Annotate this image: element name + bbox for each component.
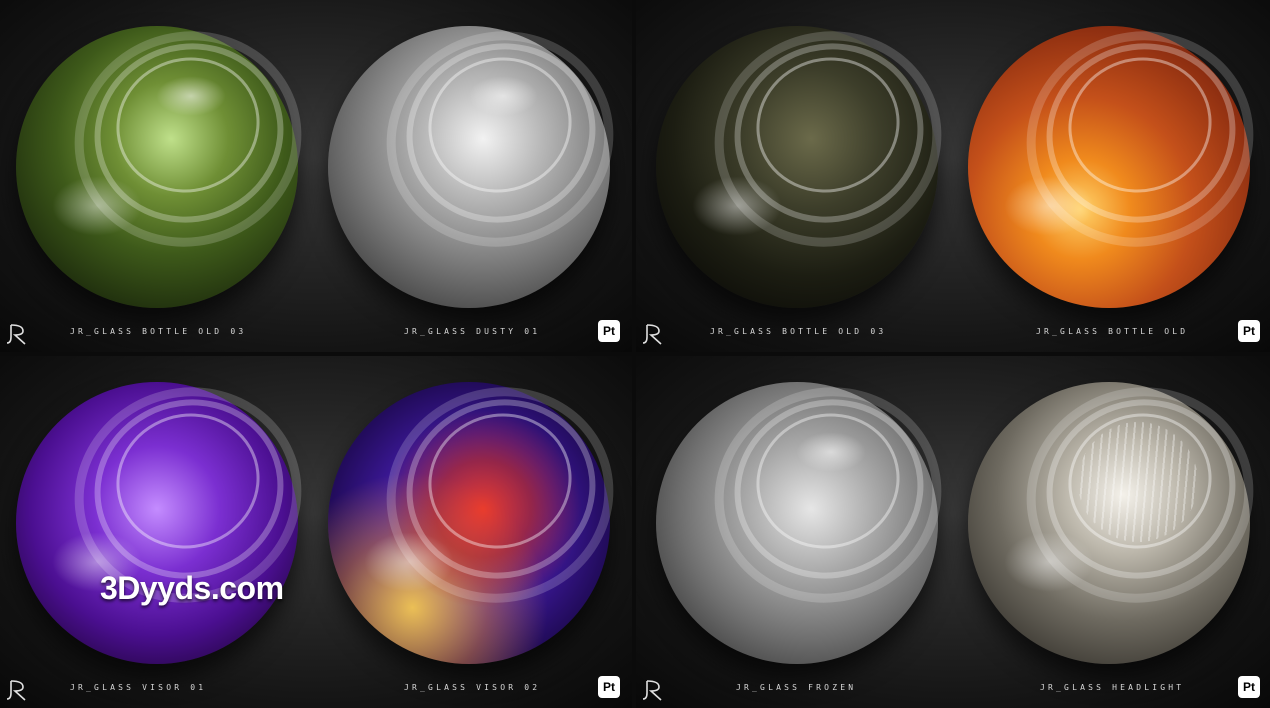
sphere-highlight: [156, 76, 226, 116]
sphere-highlight: [692, 176, 782, 236]
sphere-ring-middle: [71, 18, 307, 248]
sphere-highlight: [468, 76, 538, 116]
sphere-ring-inner: [98, 39, 278, 211]
sphere-ring-middle: [71, 374, 307, 604]
material-label: JR_GLASS BOTTLE OLD 03: [710, 327, 887, 336]
jr-logo-icon: [6, 680, 26, 701]
sphere-glass-bottle-old-03: [16, 2, 330, 308]
sphere-glass-bottle-old: [968, 2, 1270, 308]
panel-bottom-right: JR_GLASS FROZEN JR_GLASS HEADLIGHT Pt: [636, 356, 1270, 708]
sphere-glass-frozen: [656, 358, 970, 664]
material-label: JR_GLASS BOTTLE OLD: [1036, 327, 1189, 336]
sphere-ring-middle: [711, 374, 947, 604]
sphere-ring-outer: [46, 2, 330, 276]
sphere-ring-inner: [1050, 39, 1230, 211]
panel-top-left: JR_GLASS BOTTLE OLD 03 JR_GLASS DUSTY 01…: [0, 0, 632, 352]
jr-logo-icon: [6, 324, 26, 345]
sphere-glass-headlight: [968, 358, 1270, 664]
panel-bottom-left: JR_GLASS VISOR 01 JR_GLASS VISOR 02 Pt: [0, 356, 632, 708]
sphere-highlight: [796, 432, 866, 472]
sphere-ring-outer: [998, 2, 1270, 276]
jr-logo-icon: [642, 680, 662, 701]
sphere-ring-inner: [738, 39, 918, 211]
sphere-glass-visor-01: [16, 358, 330, 664]
sphere-highlight: [364, 532, 454, 592]
sphere-ring-inner: [410, 39, 590, 211]
sphere-glass-visor-02: [328, 358, 632, 664]
sphere-ring-middle: [711, 18, 947, 248]
material-label: JR_GLASS BOTTLE OLD 03: [70, 327, 247, 336]
sphere-ring-middle: [383, 374, 619, 604]
sphere-ring-outer: [358, 2, 632, 276]
painter-pt-icon: Pt: [1238, 320, 1260, 342]
sphere-glass-bottle-old-03: [656, 2, 970, 308]
material-label: JR_GLASS HEADLIGHT: [1040, 683, 1185, 692]
watermark-text: 3Dyyds.com: [100, 570, 284, 606]
sphere-ring-outer: [686, 2, 970, 276]
sphere-ring-inner: [738, 395, 918, 567]
sphere-ring-outer: [358, 358, 632, 632]
sphere-ring-inner: [98, 395, 278, 567]
headlight-ribs: [1078, 422, 1198, 542]
sphere-ring-middle: [383, 18, 619, 248]
painter-pt-icon: Pt: [1238, 676, 1260, 698]
sphere-ring-inner: [410, 395, 590, 567]
jr-logo-icon: [642, 324, 662, 345]
sphere-ring-middle: [1023, 18, 1259, 248]
material-label: JR_GLASS FROZEN: [736, 683, 857, 692]
sphere-glass-dusty-01: [328, 2, 632, 308]
sphere-ring-outer: [686, 358, 970, 632]
material-label: JR_GLASS VISOR 02: [404, 683, 541, 692]
material-label: JR_GLASS VISOR 01: [70, 683, 207, 692]
sphere-highlight: [1004, 532, 1094, 592]
sphere-highlight: [52, 176, 142, 236]
material-label: JR_GLASS DUSTY 01: [404, 327, 541, 336]
panel-top-right: JR_GLASS BOTTLE OLD 03 JR_GLASS BOTTLE O…: [636, 0, 1270, 352]
sphere-highlight: [1004, 176, 1094, 236]
painter-pt-icon: Pt: [598, 320, 620, 342]
material-preview-grid: JR_GLASS BOTTLE OLD 03 JR_GLASS DUSTY 01…: [0, 0, 1270, 708]
painter-pt-icon: Pt: [598, 676, 620, 698]
